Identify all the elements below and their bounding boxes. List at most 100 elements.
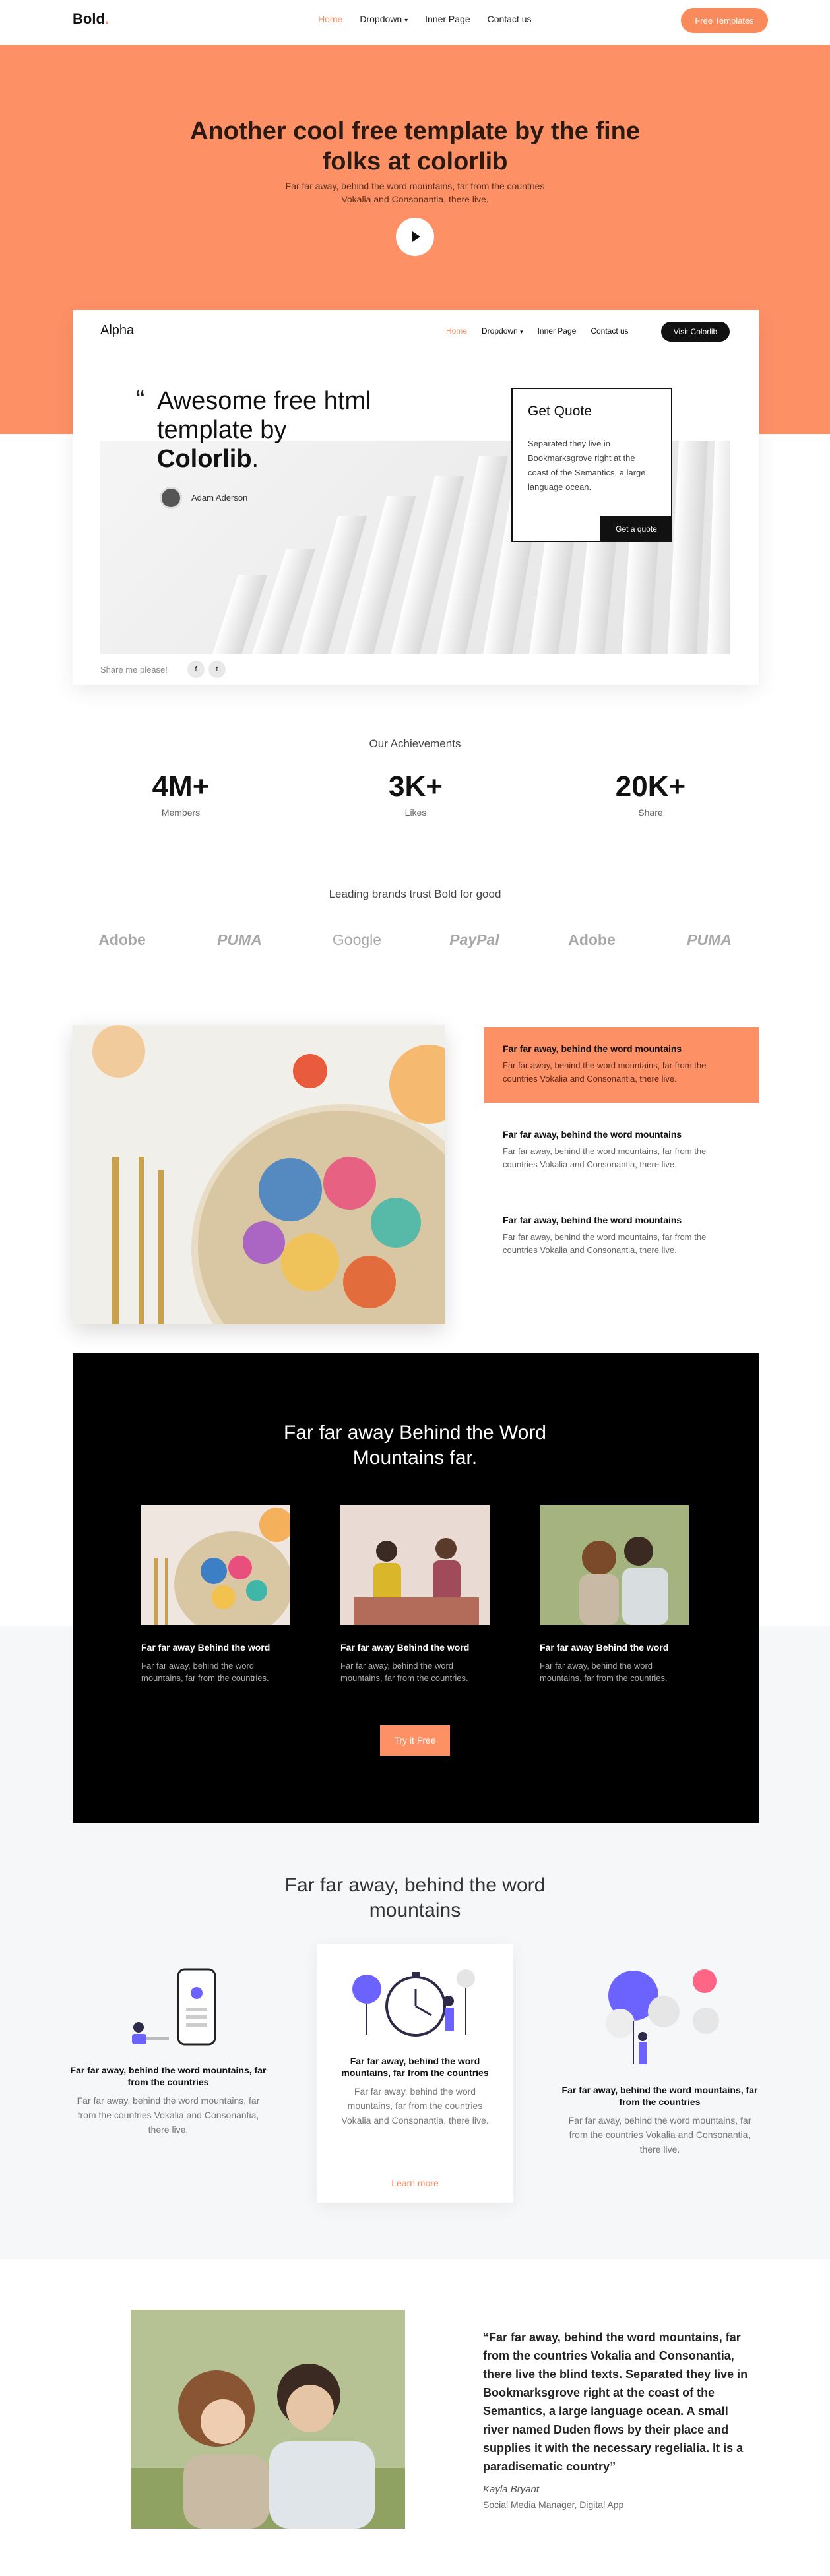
- stat-members: 4M+ Members: [82, 770, 280, 818]
- share-label: Share me please!: [100, 665, 168, 675]
- dark-card-text-3: Far far away, behind the word mountains,…: [540, 1661, 668, 1683]
- main-nav: Home Dropdown ▾ Inner Page Contact us: [318, 14, 532, 24]
- feature-title: Far far away, behind the word mountains: [503, 1043, 682, 1054]
- service-item-3: Far far away, behind the word mountains,…: [561, 2084, 759, 2157]
- hero-subtitle: Far far away, behind the word mountains,…: [285, 181, 545, 204]
- preview-nav-home[interactable]: Home: [446, 326, 467, 336]
- brand-logo-adobe: Adobe: [98, 931, 146, 948]
- free-templates-button[interactable]: Free Templates: [681, 8, 768, 33]
- logo-dot: .: [104, 11, 110, 27]
- phone-user-illustration: [132, 1968, 216, 2046]
- nav-inner-page[interactable]: Inner Page: [425, 14, 470, 24]
- twitter-icon[interactable]: t: [208, 661, 226, 678]
- stat-label: Members: [161, 807, 201, 818]
- card-image-couple[interactable]: [540, 1505, 689, 1625]
- stat-value: 4M+: [152, 770, 210, 803]
- meeting-thumb: [340, 1505, 490, 1625]
- facebook-icon[interactable]: f: [187, 661, 205, 678]
- feature-title: Far far away, behind the word mountains: [503, 1129, 682, 1140]
- chevron-down-icon: ▾: [404, 17, 408, 24]
- brand-logo-google: Google: [332, 931, 382, 948]
- couple-photo: [131, 2310, 405, 2529]
- dark-section-title: Far far away Behind the Word Mountains f…: [284, 1422, 546, 1469]
- feature-item-3[interactable]: Far far away, behind the word mountains …: [484, 1199, 759, 1273]
- stat-likes: 3K+ Likes: [317, 770, 515, 818]
- card-image-palette[interactable]: [141, 1505, 290, 1625]
- brand-logo-adobe: Adobe: [568, 931, 616, 948]
- services-title: Far far away, behind the word mountains: [284, 1874, 546, 1921]
- get-quote-title: Get Quote: [528, 404, 592, 419]
- feature-text: Far far away, behind the word mountains,…: [503, 1232, 707, 1255]
- preview-headline-text: Awesome free html template by: [157, 387, 371, 444]
- dark-card-text-1: Far far away, behind the word mountains,…: [141, 1661, 269, 1683]
- testimonial-name: Kayla Bryant: [483, 2484, 540, 2495]
- try-it-free-button[interactable]: Try it Free: [380, 1725, 450, 1756]
- preview-nav-dropdown[interactable]: Dropdown ▾: [482, 326, 523, 336]
- stat-share: 20K+ Share: [552, 770, 750, 818]
- chevron-down-icon: ▾: [520, 328, 523, 335]
- preview-nav-contact[interactable]: Contact us: [591, 326, 628, 336]
- palette-illustration: [92, 1025, 445, 1324]
- preview-nav-dropdown-label: Dropdown: [482, 326, 518, 336]
- preview-nav-inner[interactable]: Inner Page: [538, 326, 577, 336]
- nav-home[interactable]: Home: [318, 14, 342, 24]
- brand-logo-puma: PUMA: [687, 931, 732, 948]
- clock-person-illustration: [352, 1969, 475, 2037]
- get-quote-button[interactable]: Get a quote: [600, 516, 672, 542]
- brand-logo-puma: PUMA: [217, 931, 262, 948]
- feature-item-1[interactable]: Far far away, behind the word mountains …: [484, 1027, 759, 1103]
- nav-dropdown-label: Dropdown: [360, 14, 402, 24]
- clock-illustration: [350, 1956, 482, 2052]
- brands-title: Leading brands trust Bold for good: [329, 888, 501, 900]
- stat-value: 3K+: [389, 770, 443, 803]
- preview-nav: Home Dropdown ▾ Inner Page Contact us: [446, 326, 629, 336]
- testimonial-quote: “Far far away, behind the word mountains…: [483, 2331, 748, 2473]
- logo-text: Bold: [73, 11, 105, 27]
- service-text: Far far away, behind the word mountains,…: [77, 2095, 260, 2135]
- balloon-person-illustration: [606, 1969, 719, 2064]
- dark-card-text-2: Far far away, behind the word mountains,…: [340, 1661, 468, 1683]
- palette-thumb: [154, 1508, 290, 1625]
- couple-thumb: [540, 1505, 689, 1625]
- learn-more-link[interactable]: Learn more: [317, 2178, 513, 2188]
- fin-shape: [707, 441, 730, 654]
- stat-value: 20K+: [615, 770, 686, 803]
- quote-mark-icon: “: [136, 385, 145, 414]
- stat-label: Likes: [404, 807, 427, 818]
- nav-dropdown[interactable]: Dropdown ▾: [360, 14, 408, 24]
- phone-illustration: [119, 1965, 231, 2054]
- hero-title: Another cool free template by the fine f…: [190, 117, 640, 175]
- service-item-2: Far far away, behind the word mountains,…: [317, 2055, 513, 2128]
- site-logo[interactable]: Bold.: [73, 11, 109, 28]
- service-title: Far far away, behind the word mountains,…: [341, 2056, 489, 2078]
- author-name: Adam Aderson: [191, 493, 248, 503]
- feature-text: Far far away, behind the word mountains,…: [503, 1146, 707, 1169]
- testimonial-role: Social Media Manager, Digital App: [483, 2499, 624, 2510]
- service-text: Far far away, behind the word mountains,…: [341, 2086, 489, 2126]
- headline-period: .: [251, 445, 259, 473]
- author-avatar: [160, 487, 182, 509]
- dark-card-title-3: Far far away Behind the word: [540, 1642, 669, 1653]
- nav-contact[interactable]: Contact us: [488, 14, 532, 24]
- testimonial-photo: [131, 2310, 405, 2529]
- preview-brand[interactable]: Alpha: [100, 323, 134, 338]
- feature-text: Far far away, behind the word mountains,…: [503, 1060, 707, 1084]
- preview-headline-bold: Colorlib: [157, 445, 252, 473]
- brand-logo-paypal: PayPal: [449, 931, 499, 948]
- fin-shape: [668, 441, 708, 654]
- get-quote-text: Separated they live in Bookmarksgrove ri…: [528, 439, 646, 492]
- palette-image: [73, 1025, 445, 1324]
- service-item-1: Far far away, behind the word mountains,…: [69, 2064, 267, 2137]
- visit-colorlib-button[interactable]: Visit Colorlib: [661, 322, 730, 342]
- preview-headline: Awesome free html template by Colorlib.: [157, 386, 395, 474]
- dark-card-title-2: Far far away Behind the word: [340, 1642, 470, 1653]
- service-title: Far far away, behind the word mountains,…: [70, 2065, 267, 2087]
- card-image-meeting[interactable]: [340, 1505, 490, 1625]
- feature-title: Far far away, behind the word mountains: [503, 1215, 682, 1225]
- feature-item-2[interactable]: Far far away, behind the word mountains …: [484, 1113, 759, 1187]
- service-title: Far far away, behind the word mountains,…: [561, 2085, 758, 2107]
- achievements-title: Our Achievements: [369, 737, 461, 750]
- service-text: Far far away, behind the word mountains,…: [568, 2115, 751, 2155]
- play-video-button[interactable]: [396, 218, 434, 256]
- balloon-illustration: [594, 1965, 726, 2074]
